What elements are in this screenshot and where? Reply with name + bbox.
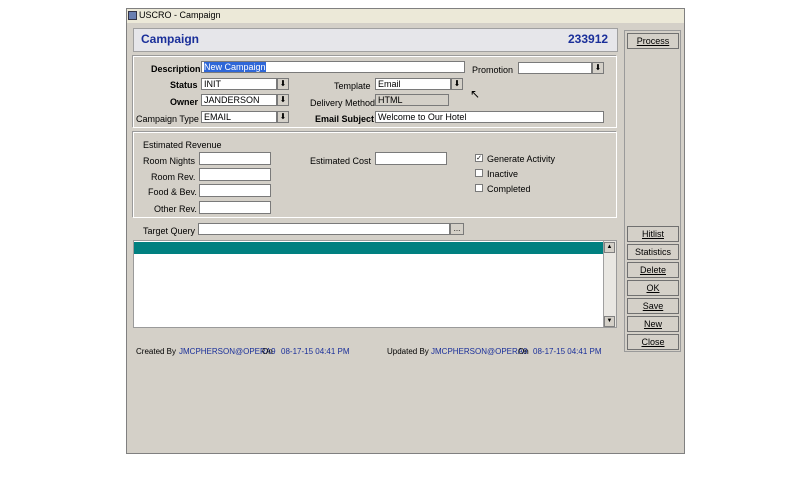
delivery-method-field: HTML bbox=[375, 94, 449, 106]
statistics-button[interactable]: Statistics bbox=[627, 244, 679, 260]
target-query-label: Target Query bbox=[143, 226, 196, 236]
created-by-label: Created By bbox=[136, 347, 177, 356]
close-button[interactable]: Close bbox=[627, 334, 679, 350]
promotion-dropdown-button[interactable]: ⬇ bbox=[592, 62, 604, 74]
checkmark-icon: ✓ bbox=[476, 155, 482, 162]
room-nights-field[interactable] bbox=[199, 152, 271, 165]
updated-on-value: 08-17-15 04:41 PM bbox=[533, 347, 602, 356]
email-subject-field[interactable]: Welcome to Our Hotel bbox=[375, 111, 604, 123]
status-label: Status bbox=[170, 80, 198, 90]
app-icon bbox=[128, 11, 137, 20]
created-on-value: 08-17-15 04:41 PM bbox=[281, 347, 350, 356]
arrow-down-icon[interactable]: ▼ bbox=[604, 316, 615, 327]
header-panel bbox=[133, 28, 618, 52]
chevron-down-icon: ⬇ bbox=[594, 63, 602, 72]
promotion-label: Promotion bbox=[472, 65, 514, 75]
created-on-label: On bbox=[262, 347, 273, 356]
completed-label: Completed bbox=[487, 184, 531, 194]
window-title: USCRO - Campaign bbox=[139, 10, 221, 20]
description-field[interactable]: New Campaign bbox=[201, 61, 465, 73]
updated-on-label: On bbox=[518, 347, 529, 356]
status-field[interactable]: INIT bbox=[201, 78, 277, 90]
other-rev-field[interactable] bbox=[199, 201, 271, 214]
delivery-method-label: Delivery Method bbox=[310, 98, 376, 108]
completed-checkbox[interactable] bbox=[475, 184, 483, 192]
inactive-label: Inactive bbox=[487, 169, 519, 179]
food-bev-field[interactable] bbox=[199, 184, 271, 197]
room-rev-field[interactable] bbox=[199, 168, 271, 181]
chevron-down-icon: ⬇ bbox=[279, 79, 287, 88]
description-value: New Campaign bbox=[204, 62, 266, 72]
estimated-revenue-label: Estimated Revenue bbox=[143, 140, 222, 150]
campaign-type-label: Campaign Type bbox=[136, 114, 199, 124]
generate-activity-label: Generate Activity bbox=[487, 154, 556, 164]
target-query-field[interactable] bbox=[198, 223, 450, 235]
process-button[interactable]: Process bbox=[627, 33, 679, 49]
arrow-up-icon[interactable]: ▲ bbox=[604, 242, 615, 253]
chevron-down-icon: ⬇ bbox=[279, 112, 287, 121]
food-bev-label: Food & Bev. bbox=[148, 187, 197, 197]
chevron-down-icon: ⬇ bbox=[279, 95, 287, 104]
template-field[interactable]: Email bbox=[375, 78, 451, 90]
grid-scrollbar[interactable] bbox=[603, 241, 616, 327]
estimated-cost-label: Estimated Cost bbox=[310, 156, 372, 166]
estimated-cost-field[interactable] bbox=[375, 152, 447, 165]
ok-button[interactable]: OK bbox=[627, 280, 679, 296]
inactive-checkbox[interactable] bbox=[475, 169, 483, 177]
other-rev-label: Other Rev. bbox=[154, 204, 197, 214]
template-label: Template bbox=[334, 81, 371, 91]
target-query-browse-button[interactable]: ... bbox=[450, 223, 464, 235]
template-dropdown-button[interactable]: ⬇ bbox=[451, 78, 463, 90]
mouse-cursor-icon: ↖ bbox=[470, 87, 481, 101]
grid-header-row[interactable] bbox=[134, 242, 604, 254]
updated-by-value: JMCPHERSON@OPERA9 bbox=[431, 347, 528, 356]
save-button[interactable]: Save bbox=[627, 298, 679, 314]
owner-label: Owner bbox=[170, 97, 199, 107]
updated-by-label: Updated By bbox=[387, 347, 429, 356]
campaign-id: 233912 bbox=[568, 32, 609, 46]
room-nights-label: Room Nights bbox=[143, 156, 196, 166]
new-button[interactable]: New bbox=[627, 316, 679, 332]
page-title: Campaign bbox=[141, 32, 200, 46]
delete-button[interactable]: Delete bbox=[627, 262, 679, 278]
campaign-type-dropdown-button[interactable]: ⬇ bbox=[277, 111, 289, 123]
owner-field[interactable]: JANDERSON bbox=[201, 94, 277, 106]
promotion-field[interactable] bbox=[518, 62, 592, 74]
description-label: Description bbox=[151, 64, 201, 74]
room-rev-label: Room Rev. bbox=[151, 172, 196, 182]
hitlist-button[interactable]: Hitlist bbox=[627, 226, 679, 242]
generate-activity-checkbox[interactable]: ✓ bbox=[475, 154, 483, 162]
chevron-down-icon: ⬇ bbox=[453, 79, 461, 88]
status-dropdown-button[interactable]: ⬇ bbox=[277, 78, 289, 90]
email-subject-label: Email Subject bbox=[315, 114, 375, 124]
owner-dropdown-button[interactable]: ⬇ bbox=[277, 94, 289, 106]
campaign-type-field[interactable]: EMAIL bbox=[201, 111, 277, 123]
